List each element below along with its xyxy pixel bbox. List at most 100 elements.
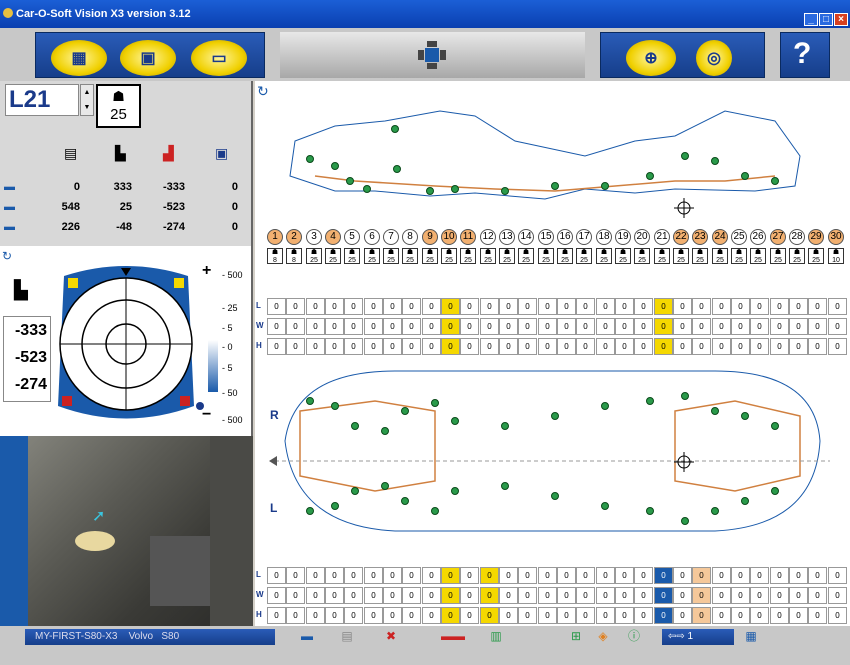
point-number[interactable]: 26 (750, 229, 766, 245)
grid-cell[interactable]: 0 (538, 587, 557, 604)
grid-cell[interactable]: 0 (538, 567, 557, 584)
point-number[interactable]: 28 (789, 229, 805, 245)
grid-cell[interactable]: 0 (673, 587, 692, 604)
grid-cell[interactable]: 0 (770, 607, 789, 624)
measure-point[interactable] (551, 412, 559, 420)
target-button[interactable]: ◎ (696, 40, 732, 76)
grid-cell[interactable]: 0 (364, 587, 383, 604)
grid-cell[interactable]: 0 (828, 298, 847, 315)
grid-cell[interactable]: 0 (615, 607, 634, 624)
point-icon[interactable]: ☗ 25 (615, 248, 631, 264)
grid-cell[interactable]: 0 (441, 318, 460, 335)
grid-cell[interactable]: 0 (306, 607, 325, 624)
grid-cell[interactable]: 0 (383, 318, 402, 335)
grid-cell[interactable]: 0 (828, 607, 847, 624)
measure-point[interactable] (451, 417, 459, 425)
point-icon[interactable]: ☗ 25 (538, 248, 554, 264)
grid-cell[interactable]: 0 (518, 587, 537, 604)
red-car-icon[interactable]: ▬▬ (435, 628, 471, 644)
grid-cell[interactable]: 0 (383, 298, 402, 315)
grid-cell[interactable]: 0 (789, 298, 808, 315)
grid-cell[interactable]: 0 (480, 338, 499, 355)
measure-point[interactable] (646, 397, 654, 405)
point-icon[interactable]: ☗ 8 (286, 248, 302, 264)
point-icon[interactable]: ☗ 25 (576, 248, 592, 264)
grid-cell[interactable]: 0 (634, 567, 653, 584)
point-number[interactable]: 12 (480, 229, 496, 245)
grid-cell[interactable]: 0 (499, 338, 518, 355)
grid-cell[interactable]: 0 (538, 338, 557, 355)
point-number[interactable]: 13 (499, 229, 515, 245)
point-number[interactable]: 6 (364, 229, 380, 245)
grid-cell[interactable]: 0 (808, 338, 827, 355)
grid-cell[interactable]: 0 (383, 607, 402, 624)
grid-cell[interactable]: 0 (770, 338, 789, 355)
grid-cell[interactable]: 0 (750, 567, 769, 584)
grid-cell[interactable]: 0 (692, 607, 711, 624)
grid-cell[interactable]: 0 (654, 587, 673, 604)
grid-cell[interactable]: 0 (654, 607, 673, 624)
grid-cell[interactable]: 0 (325, 567, 344, 584)
grid-cell[interactable]: 0 (731, 607, 750, 624)
grid-cell[interactable]: 0 (518, 338, 537, 355)
grid-cell[interactable]: 0 (557, 338, 576, 355)
measure-point[interactable] (551, 492, 559, 500)
grid-cell[interactable]: 0 (615, 318, 634, 335)
info-icon[interactable]: ⓘ (623, 628, 645, 644)
point-number[interactable]: 22 (673, 229, 689, 245)
grid-cell[interactable]: 0 (460, 338, 479, 355)
grid-cell[interactable]: 0 (306, 567, 325, 584)
grid-cell[interactable]: 0 (538, 607, 557, 624)
grid-cell[interactable]: 0 (789, 567, 808, 584)
grid-cell[interactable]: 0 (325, 298, 344, 315)
grid-cell[interactable]: 0 (344, 338, 363, 355)
measure-point[interactable] (346, 177, 354, 185)
grid-cell[interactable]: 0 (325, 587, 344, 604)
point-icon[interactable]: ☗ 25 (480, 248, 496, 264)
grid-cell[interactable]: 0 (518, 318, 537, 335)
grid-cell[interactable]: 0 (692, 318, 711, 335)
grid-cell[interactable]: 0 (596, 298, 615, 315)
spin-down-icon[interactable]: ▼ (81, 100, 93, 115)
measure-point[interactable] (391, 125, 399, 133)
point-icon[interactable]: ☗ 25 (422, 248, 438, 264)
grid-cell[interactable]: 0 (731, 298, 750, 315)
point-number[interactable]: 4 (325, 229, 341, 245)
grid-cell[interactable]: 0 (441, 338, 460, 355)
network-icon[interactable]: ⊞ (565, 628, 587, 644)
grid-cell[interactable]: 0 (750, 587, 769, 604)
sensor-view-icon[interactable] (416, 39, 448, 71)
point-icon[interactable]: ☗ 25 (731, 248, 747, 264)
save-icon[interactable]: ▣ (215, 145, 228, 162)
measure-point[interactable] (306, 397, 314, 405)
grid-cell[interactable]: 0 (402, 567, 421, 584)
measure-point[interactable] (681, 392, 689, 400)
grid-cell[interactable]: 0 (383, 587, 402, 604)
grid-cell[interactable]: 0 (480, 318, 499, 335)
point-icon[interactable]: ☗ 25 (518, 248, 534, 264)
point-number[interactable]: 29 (808, 229, 824, 245)
grid-cell[interactable]: 0 (364, 318, 383, 335)
point-icon[interactable]: ☗ 25 (441, 248, 457, 264)
grid-cell[interactable]: 0 (344, 587, 363, 604)
grid-cell[interactable]: 0 (654, 318, 673, 335)
grid-cell[interactable]: 0 (499, 607, 518, 624)
point-icon[interactable]: ☗ 8 (267, 248, 283, 264)
grid-cell[interactable]: 0 (538, 298, 557, 315)
point-code-field[interactable]: L21 (5, 84, 79, 116)
measure-point[interactable] (331, 162, 339, 170)
grid-cell[interactable]: 0 (422, 298, 441, 315)
grid-cell[interactable]: 0 (692, 587, 711, 604)
grid-cell[interactable]: 0 (306, 298, 325, 315)
point-icon[interactable]: ☗ 25 (789, 248, 805, 264)
refresh-icon[interactable]: ↻ (2, 249, 12, 263)
close-button[interactable]: × (834, 13, 848, 26)
grid-cell[interactable]: 0 (422, 338, 441, 355)
grid-cell[interactable]: 0 (441, 607, 460, 624)
measure-point[interactable] (393, 165, 401, 173)
grid-cell[interactable]: 0 (344, 298, 363, 315)
grid-cell[interactable]: 0 (712, 607, 731, 624)
grid-cell[interactable]: 0 (654, 338, 673, 355)
measure-point[interactable] (711, 507, 719, 515)
delete-car-icon[interactable]: ✖ (380, 628, 402, 644)
